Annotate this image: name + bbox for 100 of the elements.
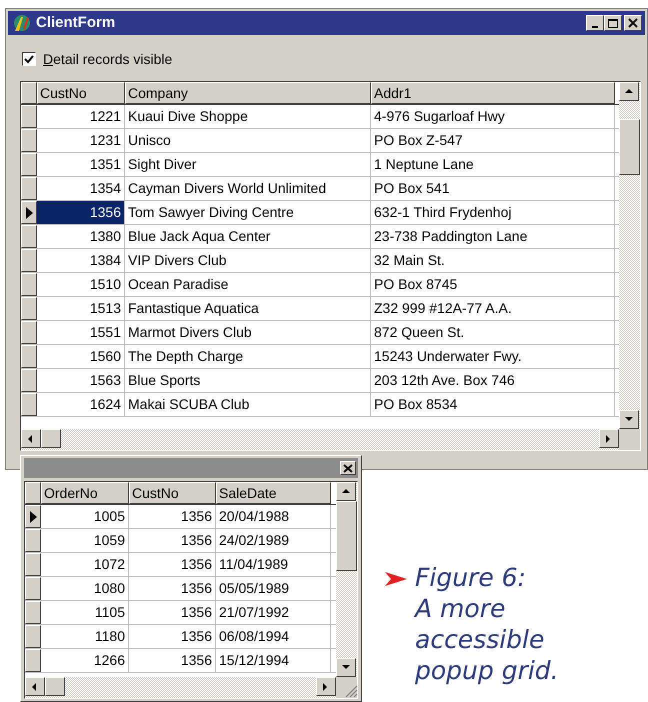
table-cell: 1356 <box>129 529 216 552</box>
checkbox[interactable] <box>22 52 36 66</box>
table-cell: Blue Sports <box>125 369 371 392</box>
app-icon <box>11 13 33 33</box>
scrollbar-thumb[interactable] <box>41 429 61 448</box>
scrollbar-thumb[interactable] <box>619 119 640 175</box>
table-cell: 1510 <box>37 273 125 296</box>
minimize-icon <box>592 26 598 28</box>
window-title: ClientForm <box>36 12 116 33</box>
row-selector[interactable] <box>21 105 37 128</box>
close-button[interactable] <box>340 461 356 475</box>
table-cell: Blue Jack Aqua Center <box>125 225 371 248</box>
maximize-button[interactable] <box>604 15 622 31</box>
row-selector[interactable] <box>21 177 37 200</box>
row-selector[interactable] <box>21 297 37 320</box>
row-selector[interactable] <box>21 273 37 296</box>
arrowhead-icon <box>385 572 407 586</box>
table-cell: Marmot Divers Club <box>125 321 371 344</box>
close-button[interactable] <box>624 15 642 31</box>
table-cell: 1356 <box>129 577 216 600</box>
table-cell: Unisco <box>125 129 371 152</box>
minimize-button[interactable] <box>586 15 604 31</box>
column-header[interactable]: CustNo <box>129 482 216 504</box>
scrollbar-thumb[interactable] <box>45 677 65 696</box>
maximize-icon <box>607 18 619 28</box>
close-icon <box>627 18 639 28</box>
row-selector[interactable] <box>25 601 41 624</box>
column-header[interactable]: CustNo <box>37 82 125 104</box>
table-cell: PO Box 8745 <box>371 273 615 296</box>
table-cell: 15243 Underwater Fwy. <box>371 345 615 368</box>
horizontal-scrollbar[interactable] <box>25 677 336 698</box>
table-cell: 1356 <box>129 505 216 528</box>
current-row-icon <box>26 206 32 218</box>
table-cell: 1231 <box>37 129 125 152</box>
table-cell: Cayman Divers World Unlimited <box>125 177 371 200</box>
row-selector[interactable] <box>25 529 41 552</box>
table-cell: 1105 <box>41 601 129 624</box>
table-cell: PO Box Z-547 <box>371 129 615 152</box>
table-cell: 1072 <box>41 553 129 576</box>
row-selector[interactable] <box>21 153 37 176</box>
table-cell: 1080 <box>41 577 129 600</box>
table-cell: 1380 <box>37 225 125 248</box>
scroll-left-button[interactable] <box>21 429 41 448</box>
close-icon <box>343 464 353 472</box>
table-cell: 1180 <box>41 625 129 648</box>
row-selector[interactable] <box>21 393 37 416</box>
table-cell: 1356 <box>129 553 216 576</box>
column-header[interactable]: OrderNo <box>41 482 129 504</box>
table-cell: Fantastique Aquatica <box>125 297 371 320</box>
vertical-scrollbar[interactable] <box>336 482 357 677</box>
scrollbar-corner <box>619 429 640 450</box>
table-cell: 06/08/1994 <box>216 625 331 648</box>
scroll-down-button[interactable] <box>619 410 639 429</box>
current-row-icon <box>30 510 36 522</box>
scroll-up-button[interactable] <box>619 82 639 101</box>
caption-line: popup grid. <box>415 655 559 686</box>
vertical-scrollbar[interactable] <box>619 82 640 429</box>
row-selector[interactable] <box>21 345 37 368</box>
row-selector[interactable] <box>25 625 41 648</box>
scroll-down-button[interactable] <box>336 658 356 677</box>
table-cell: 632-1 Third Frydenhoj <box>371 201 615 224</box>
table-cell: 1356 <box>129 625 216 648</box>
row-indicator[interactable] <box>21 201 37 224</box>
table-cell: 1354 <box>37 177 125 200</box>
table-cell: 1513 <box>37 297 125 320</box>
row-indicator[interactable] <box>25 505 41 528</box>
row-selector[interactable] <box>21 321 37 344</box>
table-cell: 203 12th Ave. Box 746 <box>371 369 615 392</box>
row-selector[interactable] <box>21 225 37 248</box>
table-cell: 24/02/1989 <box>216 529 331 552</box>
resize-grip-icon[interactable] <box>344 684 358 698</box>
table-cell: 05/05/1989 <box>216 577 331 600</box>
horizontal-scrollbar[interactable] <box>21 429 619 450</box>
table-cell: PO Box 8534 <box>371 393 615 416</box>
table-cell: 1551 <box>37 321 125 344</box>
table-cell: 11/04/1989 <box>216 553 331 576</box>
table-cell: 1560 <box>37 345 125 368</box>
scrollbar-thumb[interactable] <box>336 501 357 571</box>
table-cell: Kuaui Dive Shoppe <box>125 105 371 128</box>
table-cell: 23-738 Paddington Lane <box>371 225 615 248</box>
scroll-right-button[interactable] <box>599 429 619 448</box>
column-header[interactable]: SaleDate <box>216 482 331 504</box>
row-selector[interactable] <box>21 129 37 152</box>
row-selector[interactable] <box>21 369 37 392</box>
row-selector[interactable] <box>25 649 41 672</box>
row-selector[interactable] <box>25 577 41 600</box>
row-selector[interactable] <box>25 553 41 576</box>
table-cell: 1005 <box>41 505 129 528</box>
checkbox-label: Detail records visible <box>43 50 172 68</box>
table-cell: 20/04/1988 <box>216 505 331 528</box>
table-cell: 1 Neptune Lane <box>371 153 615 176</box>
table-cell: 4-976 Sugarloaf Hwy <box>371 105 615 128</box>
scroll-left-button[interactable] <box>25 677 45 696</box>
scroll-up-button[interactable] <box>336 482 356 501</box>
column-header[interactable]: Company <box>125 82 371 104</box>
table-cell: VIP Divers Club <box>125 249 371 272</box>
row-selector[interactable] <box>21 249 37 272</box>
table-cell: 21/07/1992 <box>216 601 331 624</box>
column-header[interactable]: Addr1 <box>371 82 615 104</box>
scroll-right-button[interactable] <box>316 677 336 696</box>
